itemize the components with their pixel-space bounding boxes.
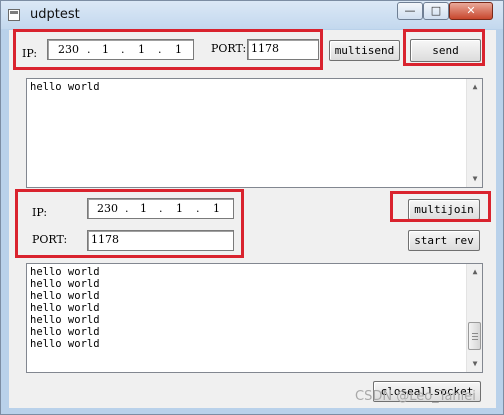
receive-line: hello world bbox=[30, 278, 100, 290]
receive-line: hello world bbox=[30, 326, 100, 338]
receive-line: hello world bbox=[30, 266, 100, 278]
maximize-icon: □ bbox=[430, 4, 442, 17]
highlight-multijoin-button bbox=[390, 191, 491, 222]
receive-line: hello world bbox=[30, 314, 100, 326]
send-message-textarea[interactable]: hello world ▲ ▼ bbox=[26, 78, 483, 188]
minimize-icon: — bbox=[404, 4, 416, 17]
receive-message-scrollbar[interactable]: ▲ ▼ bbox=[466, 264, 482, 372]
highlight-join-address-group bbox=[15, 189, 244, 258]
receive-line: hello world bbox=[30, 302, 100, 314]
receive-message-lines: hello world hello world hello world hello w… bbox=[30, 266, 100, 350]
highlight-send-address-group bbox=[13, 29, 323, 70]
scroll-down-arrow-icon[interactable]: ▼ bbox=[467, 356, 483, 372]
window-title: udptest bbox=[30, 7, 80, 22]
start-rev-button[interactable]: start rev bbox=[408, 230, 480, 251]
title-bar[interactable]: udptest — □ ✕ bbox=[1, 1, 503, 29]
receive-line: hello world bbox=[30, 290, 100, 302]
close-icon: ✕ bbox=[466, 4, 476, 17]
scroll-up-arrow-icon[interactable]: ▲ bbox=[467, 264, 483, 280]
app-window-icon bbox=[8, 9, 20, 21]
send-message-scrollbar[interactable]: ▲ ▼ bbox=[466, 79, 482, 187]
scrollbar-thumb[interactable] bbox=[468, 322, 481, 350]
receive-message-textarea[interactable]: hello world hello world hello world hello w… bbox=[26, 263, 483, 373]
watermark-text: CSDN @Leo_Tanlei bbox=[355, 389, 476, 404]
multisend-button[interactable]: multisend bbox=[329, 40, 400, 61]
maximize-button[interactable]: □ bbox=[423, 2, 449, 20]
receive-line: hello world bbox=[30, 338, 100, 350]
scroll-down-arrow-icon[interactable]: ▼ bbox=[467, 171, 483, 187]
highlight-send-button bbox=[403, 29, 485, 66]
close-button[interactable]: ✕ bbox=[449, 2, 493, 20]
minimize-button[interactable]: — bbox=[397, 2, 423, 20]
scroll-up-arrow-icon[interactable]: ▲ bbox=[467, 79, 483, 95]
send-message-text: hello world bbox=[30, 81, 100, 93]
